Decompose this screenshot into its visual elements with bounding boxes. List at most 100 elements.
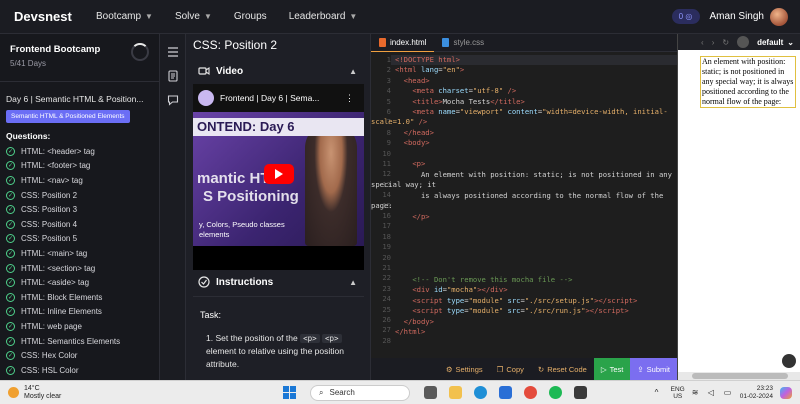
chevron-down-icon: ▼ — [203, 12, 212, 21]
chat-icon[interactable] — [167, 94, 179, 106]
nav-leaderboard[interactable]: Leaderboard ▼ — [289, 11, 358, 22]
code-line: <div id="mocha"></div> — [412, 285, 508, 294]
fab-icon[interactable] — [782, 354, 796, 368]
line-number: 22 — [382, 273, 391, 283]
play-icon: ▷ — [600, 364, 607, 374]
nav-groups[interactable]: Groups — [234, 11, 267, 22]
tab-index-html[interactable]: index.html — [371, 34, 435, 52]
video-camera-icon — [198, 66, 210, 76]
scrollbar-thumb[interactable] — [692, 373, 788, 379]
check-circle-icon: ✓ — [6, 292, 15, 302]
question-item[interactable]: ✓ HTML: web page — [0, 319, 159, 334]
course-title: Frontend Bootcamp — [10, 44, 101, 55]
chrome-icon[interactable] — [524, 386, 537, 399]
question-label: HTML: <footer> tag — [21, 161, 91, 171]
forward-icon[interactable]: › — [712, 38, 715, 47]
menu-icon[interactable] — [167, 46, 179, 58]
back-icon[interactable]: ‹ — [701, 38, 704, 47]
question-item[interactable]: ✓ CSS: Hex Color — [0, 348, 159, 363]
nav-bootcamp[interactable]: Bootcamp ▼ — [96, 11, 153, 22]
question-item[interactable]: ✓ HTML: <footer> tag — [0, 159, 159, 174]
volume-icon[interactable]: ◁ — [708, 388, 717, 397]
code-line: <p> — [412, 159, 426, 168]
video-player[interactable]: Frontend | Day 6 | Sema... ⋮ ONTEND: Day… — [193, 84, 364, 270]
instructions-section-header[interactable]: Instructions ▲ — [186, 272, 370, 292]
horizontal-scrollbar[interactable] — [678, 372, 800, 380]
question-label: HTML: Semantics Elements — [21, 336, 121, 346]
edge-icon[interactable] — [474, 386, 487, 399]
copilot-icon[interactable] — [780, 386, 792, 399]
chevron-up-icon[interactable]: ▲ — [349, 67, 357, 76]
line-number: 23 — [382, 283, 391, 293]
spotify-icon[interactable] — [549, 386, 562, 399]
user-name[interactable]: Aman Singh — [710, 11, 764, 22]
thumb-line-5: elements — [199, 230, 230, 239]
brand-logo[interactable]: Devsnest — [14, 9, 96, 24]
code-line: </html> — [395, 327, 426, 336]
step-text-post: element to relative using the position a… — [206, 346, 344, 369]
line-number: 3 — [386, 75, 391, 85]
question-item[interactable]: ✓ CSS: HSL Color — [0, 363, 159, 378]
refresh-icon[interactable]: ↻ — [722, 38, 729, 47]
windows-start-icon[interactable] — [283, 386, 296, 399]
weather-widget[interactable]: 14°C Mostly clear — [8, 385, 78, 401]
question-item[interactable]: ✓ HTML: <main> tag — [0, 246, 159, 261]
question-item[interactable]: ✓ HTML: Inline Elements — [0, 305, 159, 320]
question-item[interactable]: ✓ CSS: Position 2 — [0, 188, 159, 203]
question-item[interactable]: ✓ HTML: Block Elements — [0, 290, 159, 305]
settings-button[interactable]: ⚙ Settings — [439, 358, 490, 380]
chevron-up-icon[interactable]: ^ — [655, 388, 664, 397]
store-icon[interactable] — [499, 386, 512, 399]
question-item[interactable]: ✓ HTML: <header> tag — [0, 144, 159, 159]
clock-time: 23:23 — [756, 384, 773, 392]
document-icon[interactable] — [167, 70, 179, 82]
code-line: <meta charset="utf-8" /> — [412, 86, 517, 95]
code-line: <script type="module" src="./src/setup.j… — [412, 296, 638, 305]
question-item[interactable]: ✓ CSS: Position 5 — [0, 232, 159, 247]
question-item[interactable]: ✓ HTML: Semantics Elements — [0, 334, 159, 349]
check-circle-icon: ✓ — [6, 307, 15, 317]
question-item[interactable]: ✓ HTML: <nav> tag — [0, 173, 159, 188]
language-indicator[interactable]: ENG US — [671, 386, 685, 400]
more-vertical-icon[interactable]: ⋮ — [345, 93, 354, 104]
avatar[interactable] — [770, 7, 788, 26]
chevron-up-icon[interactable]: ▲ — [349, 278, 357, 287]
theme-select[interactable]: default ⌄ — [757, 38, 794, 47]
theme-select-value: default — [757, 37, 784, 47]
code-area[interactable]: 1 2 3 4 5 6 7 8 9 10 11 12 13 14 15 16 17 18 19 20 21 22 23 24 2… — [371, 54, 677, 345]
lesson-title[interactable]: Day 6 | Semantic HTML & Position... — [6, 94, 153, 104]
task-label: Task: — [200, 310, 222, 320]
wifi-icon[interactable]: ≋ — [692, 388, 701, 397]
question-item[interactable]: ✓ CSS: Position 4 — [0, 217, 159, 232]
check-circle-icon: ✓ — [6, 336, 15, 346]
terminal-icon[interactable] — [574, 386, 587, 399]
question-label: HTML: web page — [21, 321, 82, 331]
check-circle-icon: ✓ — [6, 351, 15, 361]
tab-style-css[interactable]: style.css — [434, 34, 492, 52]
presenter-image — [305, 122, 357, 246]
clock[interactable]: 23:23 01-02-2024 — [740, 385, 773, 401]
video-heading: Video — [216, 65, 244, 77]
play-button[interactable] — [264, 164, 294, 184]
question-item[interactable]: ✓ CSS: Position 3 — [0, 202, 159, 217]
test-button[interactable]: ▷ Test — [593, 358, 631, 380]
settings-label: Settings — [455, 364, 483, 374]
editor-action-bar: ⚙ Settings ❐ Copy ↻ Reset Code ▷ Test ⇪ Submi… — [371, 358, 677, 380]
reset-label: Reset Code — [547, 364, 587, 374]
task-view-icon[interactable] — [424, 386, 437, 399]
question-item[interactable]: ✓ HTML: <section> tag — [0, 261, 159, 276]
video-section-header[interactable]: Video ▲ — [186, 61, 370, 81]
question-label: HTML: Block Elements — [21, 292, 103, 302]
nav-solve[interactable]: Solve ▼ — [175, 11, 212, 22]
battery-icon[interactable]: ▭ — [724, 388, 733, 397]
check-circle-icon: ✓ — [6, 175, 15, 185]
points-badge[interactable]: 0 ◎ — [671, 9, 700, 24]
submit-button[interactable]: ⇪ Submit — [630, 358, 677, 380]
question-item[interactable]: ✓ HTML: <aside> tag — [0, 275, 159, 290]
question-label: HTML: <main> tag — [21, 248, 88, 258]
copy-button[interactable]: ❐ Copy — [490, 358, 531, 380]
code-line: scale=1.0" /> — [371, 117, 428, 126]
taskbar-search[interactable]: ⌕ Search — [310, 384, 410, 401]
file-explorer-icon[interactable] — [449, 386, 462, 399]
reset-code-button[interactable]: ↻ Reset Code — [531, 358, 594, 380]
